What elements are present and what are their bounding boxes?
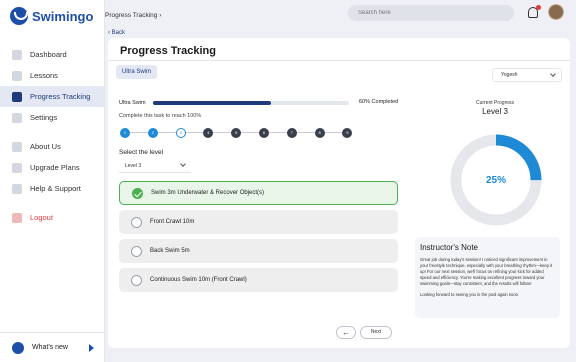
option-label: Front Crawl 10m	[150, 219, 195, 225]
radio-icon	[131, 274, 142, 286]
sidebar-item-label: Progress Tracking	[30, 92, 91, 101]
swimmer-icon	[12, 341, 24, 354]
app-logo[interactable]: Swimingo	[10, 7, 93, 25]
gear-icon	[12, 112, 22, 123]
sidebar-item-upgrade-plans[interactable]: Upgrade Plans	[0, 157, 104, 178]
sidebar-item-label: Dashboard	[30, 50, 67, 59]
level-stepper: 1 2 3 4 5 6 7 8 9	[120, 128, 353, 138]
option-front-crawl[interactable]: Front Crawl 10m	[119, 210, 398, 234]
sidebar-nav: Dashboard Lessons Progress Tracking Sett…	[0, 44, 104, 228]
step-3[interactable]: 3	[175, 128, 186, 138]
step-9[interactable]: 9	[342, 128, 353, 138]
progress-bar-fill	[153, 101, 271, 105]
chevron-down-icon	[180, 161, 186, 167]
app-name: Swimingo	[32, 8, 94, 24]
page-title: Progress Tracking	[120, 45, 216, 57]
next-button[interactable]: Next	[360, 326, 392, 339]
dashboard-icon	[12, 49, 22, 60]
sidebar-item-label: About Us	[30, 142, 61, 151]
sidebar-item-label: Settings	[30, 113, 58, 122]
current-progress-label: Current Progress	[475, 100, 515, 106]
instructor-note-body: Great job during today's session! I noti…	[420, 257, 553, 287]
logout-label: Logout	[30, 213, 53, 222]
instructor-note-title: Instructor's Note	[420, 243, 478, 252]
step-2[interactable]: 2	[147, 128, 158, 138]
instructor-note-sign: Looking forward to seeing you in the poo…	[420, 292, 520, 298]
notification-dot	[536, 5, 541, 10]
progress-percent: 60% Completed	[359, 99, 399, 105]
back-link[interactable]: ‹ Back	[108, 30, 125, 36]
progress-ring-label: 25%	[486, 175, 506, 186]
swimmer-logo-icon	[10, 7, 28, 25]
sidebar-item-progress-tracking[interactable]: Progress Tracking	[0, 86, 104, 107]
progress-card: Progress Tracking Ultra Swim Yogesh Ultr…	[108, 38, 570, 348]
step-8[interactable]: 8	[314, 128, 325, 138]
sidebar-item-help-support[interactable]: Help & Support	[0, 178, 104, 199]
step-6[interactable]: 6	[259, 128, 269, 138]
sidebar-item-lessons[interactable]: Lessons	[0, 65, 104, 86]
option-back-swim[interactable]: Back Swim 5m	[119, 239, 398, 263]
level-select[interactable]: Level 3	[119, 159, 191, 173]
help-icon	[12, 183, 22, 194]
radio-icon	[131, 216, 142, 228]
sidebar-item-about-us[interactable]: About Us	[0, 136, 104, 157]
sidebar-item-dashboard[interactable]: Dashboard	[0, 44, 104, 65]
avatar[interactable]	[548, 4, 564, 20]
progress-bar	[153, 101, 349, 105]
previous-button[interactable]: ←	[336, 326, 356, 339]
breadcrumb[interactable]: Progress Tracking ›	[105, 12, 161, 19]
progress-ring: 25%	[450, 134, 542, 226]
level-label: Select the level	[119, 149, 164, 156]
sidebar-item-label: Lessons	[30, 71, 58, 80]
info-icon	[12, 141, 22, 152]
top-bar: Progress Tracking ›	[105, 0, 576, 27]
check-icon	[132, 187, 143, 199]
step-7[interactable]: 7	[286, 128, 297, 138]
nav-divider	[0, 199, 104, 207]
option-label: Continuous Swim 10m (Front Crawl)	[150, 277, 247, 283]
chart-icon	[12, 91, 22, 102]
whats-new-label: What's new	[32, 344, 68, 351]
sidebar-item-label: Help & Support	[30, 184, 81, 193]
sidebar: Swimingo Dashboard Lessons Progress Trac…	[0, 0, 105, 362]
current-level: Level 3	[482, 107, 508, 116]
user-select[interactable]: Yogesh	[492, 68, 562, 82]
tab-ultra-swim[interactable]: Ultra Swim	[116, 65, 158, 79]
progress-hint: Complete this task to reach 100%	[119, 113, 202, 119]
option-continuous-swim[interactable]: Continuous Swim 10m (Front Crawl)	[119, 268, 398, 292]
instructor-note: Instructor's Note Great job during today…	[415, 237, 560, 318]
search-input[interactable]	[348, 5, 514, 21]
option-label: Swim 3m Underwater & Recover Object(s)	[151, 190, 265, 196]
logout-icon	[12, 212, 22, 223]
upgrade-icon	[12, 162, 22, 173]
step-1[interactable]: 1	[120, 128, 130, 138]
sidebar-item-label: Upgrade Plans	[30, 163, 80, 172]
step-4[interactable]: 4	[203, 128, 214, 138]
play-arrow-icon	[89, 343, 94, 352]
radio-icon	[131, 245, 142, 257]
logout-button[interactable]: Logout	[0, 207, 104, 228]
step-5[interactable]: 5	[231, 128, 242, 138]
sidebar-item-settings[interactable]: Settings	[0, 107, 104, 128]
chevron-down-icon	[550, 71, 556, 77]
book-icon	[12, 70, 22, 81]
whats-new-button[interactable]: What's new	[0, 332, 104, 362]
nav-divider	[0, 128, 104, 136]
option-label: Back Swim 5m	[150, 248, 190, 254]
progress-label: Ultra Swim	[119, 100, 146, 106]
divider	[108, 60, 570, 61]
option-swim-underwater[interactable]: Swim 3m Underwater & Recover Object(s)	[119, 181, 398, 205]
